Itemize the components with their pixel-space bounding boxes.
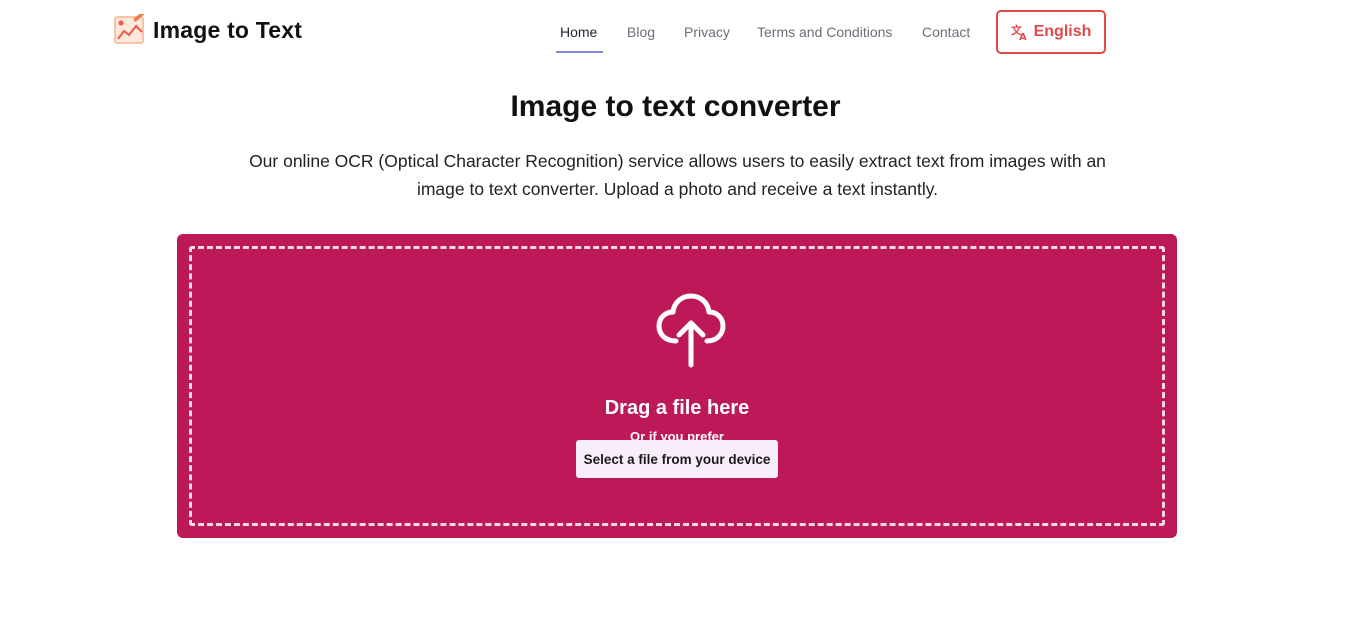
translate-icon: 文 A — [1011, 23, 1027, 41]
nav-item-blog[interactable]: Blog — [627, 24, 655, 40]
cloud-upload-icon — [656, 293, 726, 368]
page-description: Our online OCR (Optical Character Recogn… — [249, 151, 1106, 199]
page-title: Image to text converter — [510, 90, 841, 123]
nav-item-terms[interactable]: Terms and Conditions — [757, 24, 892, 40]
nav-item-privacy[interactable]: Privacy — [684, 24, 730, 40]
svg-text:A: A — [1019, 32, 1027, 41]
main-nav: Home Blog Privacy Terms and Conditions C… — [0, 0, 1351, 68]
upload-dropzone[interactable]: Drag a file here Or if you prefer Select… — [177, 234, 1177, 538]
select-file-button[interactable]: Select a file from your device — [576, 440, 778, 478]
nav-item-contact[interactable]: Contact — [922, 24, 970, 40]
active-nav-indicator — [556, 51, 603, 53]
language-label: English — [1033, 23, 1092, 40]
site-header: Image to Text Home Blog Privacy Terms an… — [0, 0, 1351, 68]
nav-item-home[interactable]: Home — [560, 24, 597, 40]
language-button[interactable]: 文 A English — [996, 10, 1106, 54]
drag-file-label: Drag a file here — [604, 397, 750, 419]
dropzone-border: Drag a file here Or if you prefer Select… — [189, 246, 1165, 526]
